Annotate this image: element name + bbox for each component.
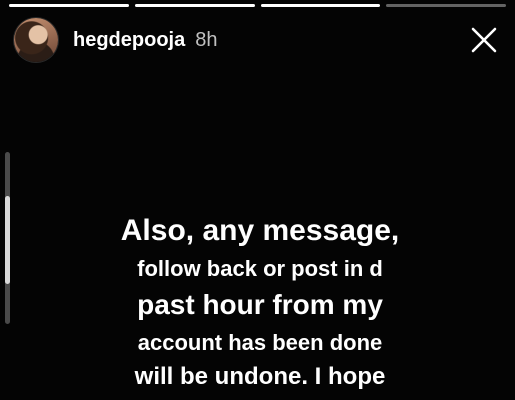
progress-segment — [134, 4, 255, 7]
avatar[interactable] — [14, 18, 58, 62]
progress-segment — [386, 4, 506, 7]
caption-line: will be undone. I hope — [134, 363, 386, 390]
scroll-indicator[interactable] — [5, 152, 10, 324]
progress-fill — [9, 4, 129, 7]
post-time: 8h — [195, 28, 218, 51]
close-button[interactable] — [467, 23, 501, 57]
progress-fill — [260, 4, 381, 7]
username[interactable]: hegdepooja — [73, 29, 185, 52]
caption-line: Also, any message, — [120, 214, 400, 247]
story-header: hegdepooja 8h — [14, 18, 217, 62]
progress-segment — [9, 4, 129, 7]
story-viewer[interactable]: hegdepooja 8h Also, any message, follow … — [0, 0, 515, 400]
caption-line: follow back or post in d — [137, 256, 383, 281]
close-icon — [471, 27, 497, 53]
scroll-thumb[interactable] — [5, 196, 10, 284]
story-caption: Also, any message, follow back or post i… — [75, 216, 445, 389]
story-progress-bars — [9, 4, 506, 7]
progress-fill — [134, 4, 255, 7]
caption-line: past hour from my — [137, 289, 383, 320]
progress-segment — [260, 4, 381, 7]
caption-line: account has been done — [137, 330, 383, 355]
